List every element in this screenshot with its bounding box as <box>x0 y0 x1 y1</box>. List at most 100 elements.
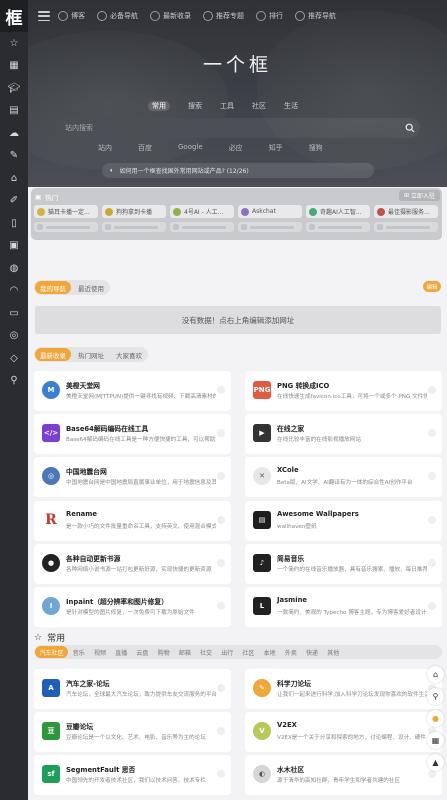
engine-option[interactable]: 百度 <box>138 143 152 153</box>
site-card[interactable]: 豆豆瓣论坛 豆瓣论坛是一个以文化、艺术、电影、音乐等为主的论坛 <box>34 712 231 753</box>
nav-item-rank[interactable]: 排行 <box>256 11 283 21</box>
wrench-icon[interactable]: ✎ <box>0 145 28 168</box>
arrow-icon[interactable] <box>217 684 225 692</box>
hot-item[interactable]: 狗狗拿到卡播 <box>102 205 166 218</box>
category-tab[interactable]: 社交 <box>195 646 216 658</box>
category-tab[interactable]: 邮箱 <box>174 646 195 658</box>
tab-latest[interactable]: 最新收录 <box>35 348 71 361</box>
arrow-icon[interactable] <box>217 770 225 779</box>
category-tab[interactable]: 音乐 <box>68 646 89 658</box>
category-tab[interactable]: 云盘 <box>132 646 153 658</box>
arrow-icon[interactable] <box>217 727 225 736</box>
tab-favorites[interactable]: 大家喜欢 <box>111 348 147 361</box>
hot-item[interactable]: 最佳摄影服务... <box>374 205 438 218</box>
arrow-icon[interactable] <box>217 602 225 610</box>
site-card[interactable]: ◐ 水木社区 源于清华的高知社群，青年学生和学者共建的社区 <box>245 755 442 796</box>
star-icon[interactable]: ☆ <box>0 32 28 55</box>
site-card[interactable]: M 美橙天堂网 美橙天堂网(MJTTPUN)提供一键寻找有视频、下载高清素材的 <box>34 371 231 411</box>
search-tab[interactable]: 常用 <box>148 101 170 111</box>
arrow-icon[interactable] <box>217 386 225 394</box>
arrow-icon[interactable] <box>217 429 225 438</box>
tab-recent[interactable]: 最近使用 <box>73 281 109 294</box>
hot-item[interactable]: Askchat <box>238 205 302 218</box>
nav-item-recommend[interactable]: 推荐导航 <box>295 11 336 21</box>
engine-option[interactable]: 知乎 <box>269 143 283 153</box>
site-card[interactable]: ▤ Awesome Wallpapers wallhaven壁纸 <box>245 500 442 541</box>
target-icon[interactable]: ◎ <box>0 325 28 348</box>
site-card[interactable]: sf SegmentFault 思否 中国领先的开发者技术社区，我们以技术问答、技术… <box>34 755 231 796</box>
site-logo[interactable]: 框 <box>0 0 28 32</box>
category-tab[interactable]: 本地 <box>259 646 280 658</box>
document-icon[interactable]: ▤ <box>0 100 28 123</box>
category-tab[interactable]: 视频 <box>89 646 110 658</box>
tab-popular[interactable]: 热门网址 <box>73 348 109 361</box>
site-card[interactable]: R Rename 是一款小巧的文件批量重命名工具，支持英文、使用混合模式 <box>34 500 231 541</box>
category-tab[interactable]: 出行 <box>217 646 238 658</box>
search-tab[interactable]: 社区 <box>252 101 266 111</box>
arrow-icon[interactable] <box>217 558 225 567</box>
search-icon[interactable] <box>400 118 420 138</box>
engine-option[interactable]: 搜狗 <box>309 143 323 153</box>
tab-my-nav[interactable]: 我的导航 <box>35 281 71 294</box>
site-card[interactable]: ✕ XCole Beta版，AI文学、AI翻译有为一体的综合性AI创作平台 <box>245 457 442 498</box>
category-tab[interactable]: 快递 <box>301 646 322 658</box>
site-card[interactable]: A 汽车之家-论坛 汽车论坛，全球最大汽车论坛，致力提供车友交流服务的平台 <box>34 669 231 709</box>
search-icon[interactable]: ⚲ <box>0 370 28 393</box>
hot-item[interactable]: 猫耳卡播一定... <box>34 205 98 218</box>
engine-option[interactable]: Google <box>178 143 203 153</box>
qrcode-icon[interactable]: ▦ <box>427 732 444 749</box>
monitor-icon[interactable]: ▭ <box>0 302 28 325</box>
image-icon[interactable]: ▣ <box>0 235 28 258</box>
menu-icon[interactable] <box>38 11 50 21</box>
headphones-icon[interactable]: ◠ <box>0 280 28 303</box>
arrow-icon[interactable] <box>428 515 436 524</box>
search-tab[interactable]: 搜索 <box>188 101 202 111</box>
engine-option[interactable]: 必应 <box>229 143 243 153</box>
notice-bar[interactable]: 🔈︎ 如何用一个框查找国外常用网站或产品? (12/26) <box>102 163 374 178</box>
code-icon[interactable]: ⌂ <box>0 167 28 190</box>
category-tab[interactable]: 购物 <box>153 646 174 658</box>
category-tab[interactable]: 直播 <box>111 646 132 658</box>
site-card[interactable]: ▶ 在线之家 在线比较丰富的在线影视播放网站 <box>245 414 442 455</box>
category-tab[interactable]: 外卖 <box>280 646 301 658</box>
search-input[interactable] <box>65 124 400 132</box>
arrow-icon[interactable] <box>428 472 436 481</box>
site-card[interactable]: </> Base64解码编码在线工具 Base64解码编码在线工具是一种方便快捷的工… <box>34 414 231 455</box>
hot-item[interactable]: 4号AI - 人工... <box>170 205 234 218</box>
site-card[interactable]: L Jasmine 一款简约、美观的 Typecho 博客主题，专为博客爱好者设计的 <box>245 587 442 627</box>
arrow-icon[interactable] <box>428 602 436 610</box>
book-icon[interactable]: ▯ <box>0 212 28 235</box>
search-icon[interactable]: ⚲ <box>427 688 444 705</box>
nav-item-blog[interactable]: 博客 <box>58 11 85 21</box>
site-card[interactable]: ✎ 科学刀论坛 让我们一起来进行科学,加入科学刀论坛发现你喜欢的软件生活 <box>245 669 442 709</box>
theme-icon[interactable]: ● <box>427 710 444 727</box>
calendar-icon[interactable]: ▦ <box>0 55 28 78</box>
arrow-up-icon[interactable]: ▲ <box>427 754 444 771</box>
hot-item[interactable]: 奇趣AI人工智... <box>306 205 370 218</box>
category-tab[interactable]: 其他 <box>323 646 344 658</box>
site-card[interactable]: ♪ 简易音乐 一个简约的在线音乐播放器，具有音乐搜索、播放、每日推荐 <box>245 543 442 584</box>
site-card[interactable]: ◎ 中国地震台网 中国地震台网是中国地震局直属事业单位，用于地震信息及其 <box>34 457 231 498</box>
nav-item-essential[interactable]: 必备导航 <box>97 11 138 21</box>
arrow-icon[interactable] <box>428 386 436 394</box>
category-tab[interactable]: 社区 <box>238 646 259 658</box>
site-card[interactable]: PNG PNG 转换成ICO 在线快速生成favicon.ico工具，可将一个或多个… <box>245 371 442 411</box>
nav-item-topics[interactable]: 推荐专题 <box>203 11 244 21</box>
engine-option[interactable]: 站内 <box>98 143 112 153</box>
category-tab[interactable]: 汽车社区 <box>35 646 69 658</box>
search-tab[interactable]: 生活 <box>284 101 298 111</box>
arrow-icon[interactable] <box>428 558 436 567</box>
cloud-upload-icon[interactable]: ☁ <box>0 122 28 145</box>
arrow-icon[interactable] <box>217 515 225 524</box>
graduation-cap-icon[interactable]: 🎓︎ <box>0 77 28 100</box>
gamepad-icon[interactable]: ◍ <box>0 257 28 280</box>
search-tab[interactable]: 工具 <box>220 101 234 111</box>
arrow-icon[interactable] <box>428 429 436 438</box>
arrow-icon[interactable] <box>217 472 225 481</box>
home-icon[interactable]: ⌂ <box>427 666 444 683</box>
edit-icon[interactable]: ✐ <box>0 190 28 213</box>
site-card[interactable]: I Inpaint（超分辨率和图片修复） 是针对模型的图片修复，一次免费可下载为原始… <box>34 587 231 627</box>
edit-nav-button[interactable]: 编辑 <box>423 281 441 292</box>
nav-item-latest[interactable]: 最新收录 <box>150 11 191 21</box>
tag-icon[interactable]: ◇ <box>0 347 28 370</box>
